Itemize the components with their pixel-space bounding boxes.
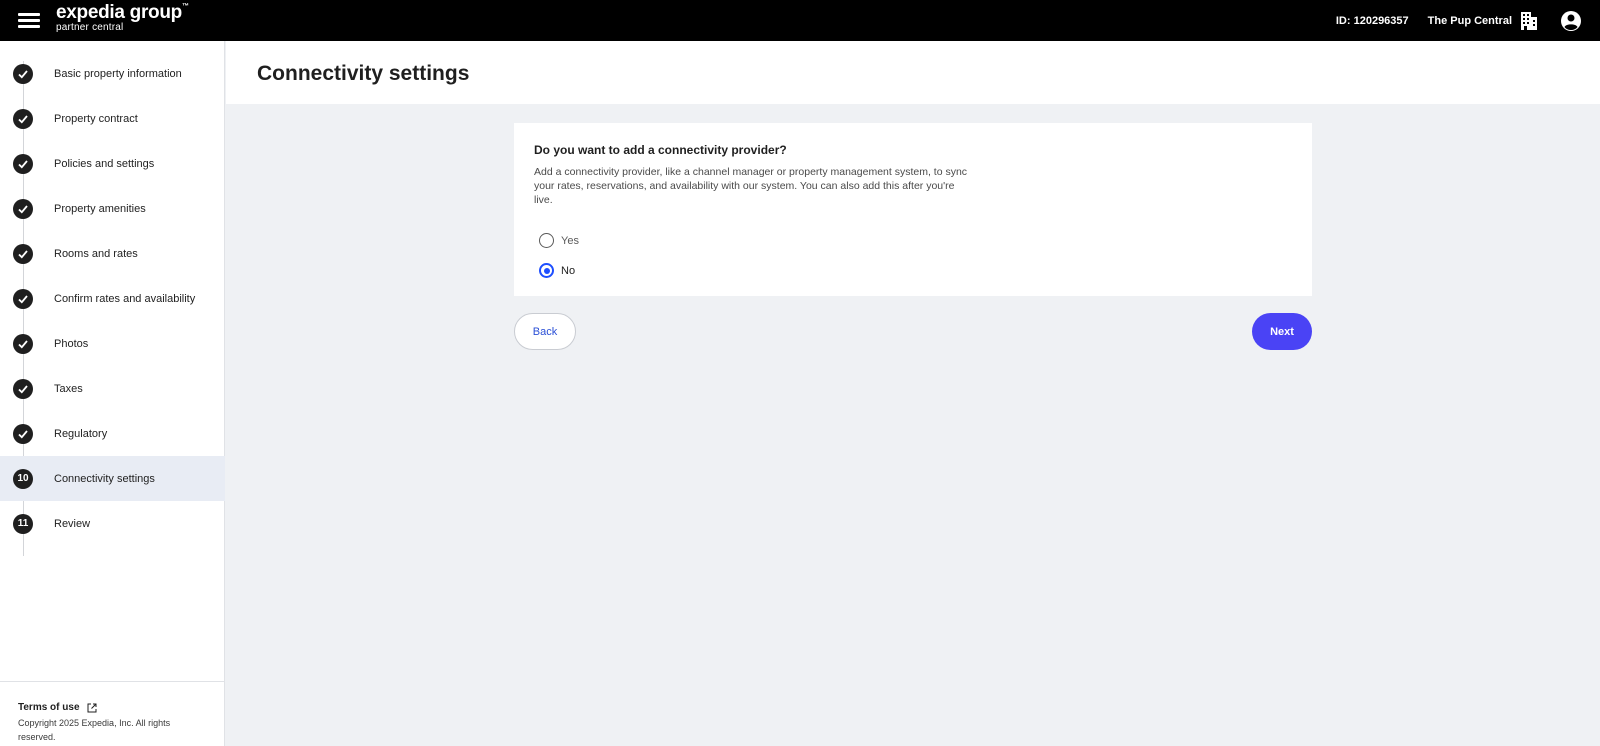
property-id: ID: 120296357 bbox=[1335, 14, 1409, 27]
no-radio-button[interactable] bbox=[539, 263, 554, 278]
back-button[interactable]: Back bbox=[514, 313, 576, 350]
hamburger-menu-icon[interactable] bbox=[18, 11, 40, 29]
yes-radio-button[interactable] bbox=[539, 233, 554, 248]
sidebar-footer: Terms of use Copyright 2025 Expedia, Inc… bbox=[0, 681, 225, 746]
step-regulatory[interactable]: Regulatory bbox=[0, 411, 225, 456]
completed-check-icon bbox=[13, 108, 33, 129]
step-label: Rooms and rates bbox=[54, 247, 138, 260]
step-label: Connectivity settings bbox=[54, 472, 155, 485]
step-policies-and-settings[interactable]: Policies and settings bbox=[0, 141, 225, 186]
progress-sidebar: Basic property information Property cont… bbox=[0, 41, 225, 746]
completed-check-icon bbox=[13, 198, 33, 219]
copyright-text: Copyright 2025 Expedia, Inc. All rights … bbox=[18, 718, 171, 742]
step-label: Basic property information bbox=[54, 67, 182, 80]
top-navigation-bar: expedia group™ partner central ID: 12029… bbox=[0, 0, 1600, 41]
step-connectivity-settings[interactable]: 10 Connectivity settings bbox=[0, 456, 225, 501]
completed-check-icon bbox=[13, 423, 33, 444]
step-confirm-rates-and-availability[interactable]: Confirm rates and availability bbox=[0, 276, 225, 321]
step-number: 10 bbox=[13, 468, 33, 489]
step-property-amenities[interactable]: Property amenities bbox=[0, 186, 225, 231]
building-icon[interactable] bbox=[1520, 11, 1538, 31]
option-yes[interactable]: Yes bbox=[539, 233, 579, 248]
external-link-icon bbox=[87, 703, 96, 712]
completed-check-icon bbox=[13, 288, 33, 309]
step-label: Regulatory bbox=[54, 427, 108, 440]
step-taxes[interactable]: Taxes bbox=[0, 366, 225, 411]
account-circle-icon[interactable] bbox=[1560, 10, 1582, 32]
yes-label: Yes bbox=[561, 234, 579, 247]
step-rooms-and-rates[interactable]: Rooms and rates bbox=[0, 231, 225, 276]
completed-check-icon bbox=[13, 333, 33, 354]
option-no[interactable]: No bbox=[539, 263, 575, 278]
logo-sub-text: partner central bbox=[56, 22, 124, 33]
step-label: Property amenities bbox=[54, 202, 146, 215]
no-label: No bbox=[561, 264, 576, 277]
step-property-contract[interactable]: Property contract bbox=[0, 96, 225, 141]
step-basic-property-information[interactable]: Basic property information bbox=[0, 51, 225, 96]
completed-check-icon bbox=[13, 378, 33, 399]
terms-of-use-link[interactable]: Terms of use bbox=[18, 702, 207, 713]
logo-main-text: expedia group™ bbox=[56, 2, 189, 23]
step-number: 11 bbox=[13, 513, 33, 534]
question-description: Add a connectivity provider, like a chan… bbox=[534, 166, 968, 206]
step-label: Confirm rates and availability bbox=[54, 292, 196, 305]
completed-check-icon bbox=[13, 153, 33, 174]
next-button[interactable]: Next bbox=[1252, 313, 1312, 350]
page-header: Connectivity settings bbox=[226, 41, 1600, 104]
step-photos[interactable]: Photos bbox=[0, 321, 225, 366]
step-label: Photos bbox=[54, 337, 89, 350]
expedia-group-logo[interactable]: expedia group™ partner central bbox=[56, 3, 189, 33]
page-title: Connectivity settings bbox=[257, 62, 470, 85]
property-name[interactable]: The Pup Central bbox=[1428, 15, 1512, 27]
step-label: Review bbox=[54, 517, 91, 530]
connectivity-question-card: Do you want to add a connectivity provid… bbox=[514, 123, 1312, 296]
completed-check-icon bbox=[13, 243, 33, 264]
question-heading: Do you want to add a connectivity provid… bbox=[534, 143, 787, 157]
step-label: Property contract bbox=[54, 112, 138, 125]
terms-label: Terms of use bbox=[18, 702, 80, 713]
step-label: Taxes bbox=[54, 382, 83, 395]
step-review[interactable]: 11 Review bbox=[0, 501, 225, 546]
step-label: Policies and settings bbox=[54, 157, 155, 170]
completed-check-icon bbox=[13, 63, 33, 84]
